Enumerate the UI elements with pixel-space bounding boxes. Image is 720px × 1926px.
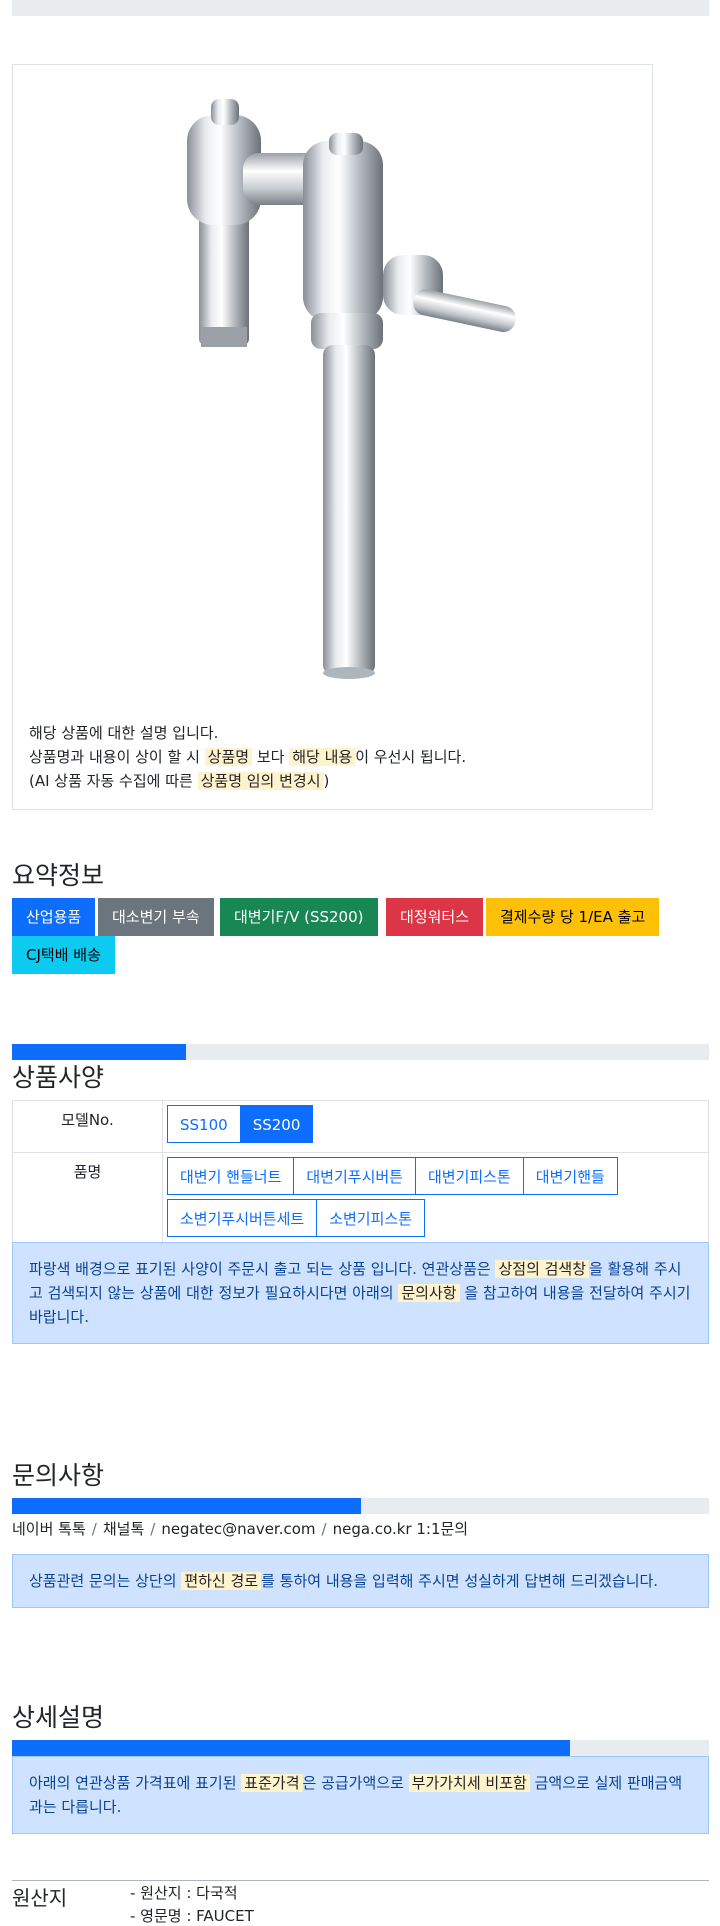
detail-title: 상세설명 [12, 1703, 105, 1732]
summary-title: 요약정보 [12, 861, 105, 890]
channel-email[interactable]: negatec@naver.com [161, 1520, 315, 1538]
highlight-search: 상점의 검색창 [495, 1260, 590, 1278]
origin-country: - 원산지 : 다국적 [130, 1884, 238, 1902]
highlight-route: 편하신 경로 [181, 1572, 262, 1590]
highlight-vat-excluded: 부가가치세 비포함 [408, 1774, 530, 1792]
badge-quantity: 결제수량 당 1/EA 출고 [486, 898, 660, 936]
option-handle-nut[interactable]: 대변기 핸들너트 [167, 1157, 295, 1195]
spec-name-label: 품명 [12, 1152, 163, 1246]
channel-naver-talk[interactable]: 네이버 톡톡 [12, 1520, 86, 1538]
option-push-button[interactable]: 대변기푸시버튼 [293, 1157, 416, 1195]
spec-notice: 파랑색 배경으로 표기된 사양이 주문시 출고 되는 상품 입니다. 연관상품은… [12, 1242, 709, 1344]
option-urinal-push-button-set[interactable]: 소변기푸시버튼세트 [167, 1199, 318, 1237]
notice-line-1: 해당 상품에 대한 설명 입니다. [29, 724, 219, 742]
spec-name-options: 대변기 핸들너트 대변기푸시버튼 대변기피스톤 대변기핸들소변기푸시버튼세트 소변기피스… [162, 1152, 709, 1246]
inquiry-notice: 상품관련 문의는 상단의 편하신 경로 를 통하여 내용을 입력해 주시면 성실하… [12, 1554, 709, 1608]
flush-valve-image [187, 99, 516, 679]
option-ss100[interactable]: SS100 [167, 1105, 241, 1143]
inquiry-title: 문의사항 [12, 1461, 105, 1490]
highlight-name-change: 상품명 임의 변경시 [197, 772, 324, 790]
top-divider [12, 0, 709, 16]
spec-table: 모델No. SS100 SS200 품명 대변기 핸들너트 대변기푸시버튼 대변기피스… [12, 1100, 709, 1246]
highlight-product-name: 상품명 [204, 748, 253, 766]
detail-progress [12, 1740, 709, 1756]
option-handle[interactable]: 대변기핸들 [522, 1157, 618, 1195]
inquiry-progress-fill [12, 1498, 361, 1514]
notice-line-2: 상품명과 내용이 상이 할 시 상품명 보다 해당 내용 이 우선시 됩니다. [29, 748, 467, 766]
product-image [13, 65, 652, 715]
spec-model-options: SS100 SS200 [162, 1100, 709, 1153]
highlight-standard-price: 표준가격 [241, 1774, 303, 1792]
detail-notice: 아래의 연관상품 가격표에 표기된 표준가격 은 공급가액으로 부가가치세 비포함… [12, 1756, 709, 1834]
inquiry-channels: 네이버 톡톡 / 채널톡 / negatec@naver.com / nega.co.kr … [12, 1520, 469, 1538]
badge-subcategory[interactable]: 대소변기 부속 [98, 898, 214, 936]
detail-progress-fill [12, 1740, 570, 1756]
badge-shipping: CJ택배 배송 [12, 936, 115, 974]
spec-row-name: 품명 대변기 핸들너트 대변기푸시버튼 대변기피스톤 대변기핸들소변기푸시버튼세트 소변… [12, 1152, 709, 1246]
product-image-notice: 해당 상품에 대한 설명 입니다. 상품명과 내용이 상이 할 시 상품명 보다… [29, 721, 629, 793]
spec-model-label: 모델No. [12, 1100, 163, 1153]
option-piston[interactable]: 대변기피스톤 [414, 1157, 524, 1195]
origin-title: 원산지 [12, 1886, 68, 1910]
origin-info: - 원산지 : 다국적 - 영문명 : FAUCET [130, 1882, 254, 1926]
badge-brand[interactable]: 대정워터스 [386, 898, 484, 936]
badge-category[interactable]: 산업용품 [12, 898, 96, 936]
highlight-content: 해당 내용 [289, 748, 356, 766]
notice-line-3: (AI 상품 자동 수집에 따른 상품명 임의 변경시) [29, 772, 330, 790]
spec-progress [12, 1044, 709, 1060]
origin-english-name: - 영문명 : FAUCET [130, 1907, 254, 1925]
option-ss200[interactable]: SS200 [239, 1105, 314, 1143]
channel-website[interactable]: nega.co.kr 1:1문의 [333, 1520, 469, 1538]
product-image-card: 해당 상품에 대한 설명 입니다. 상품명과 내용이 상이 할 시 상품명 보다… [12, 64, 653, 810]
spec-title: 상품사양 [12, 1063, 105, 1092]
badge-product[interactable]: 대변기F/V (SS200) [220, 898, 378, 936]
inquiry-progress [12, 1498, 709, 1514]
origin-divider [12, 1880, 709, 1881]
spec-row-model: 모델No. SS100 SS200 [12, 1100, 709, 1153]
option-urinal-piston[interactable]: 소변기피스톤 [316, 1199, 426, 1237]
channel-talk[interactable]: 채널톡 [103, 1520, 144, 1538]
highlight-inquiry: 문의사항 [398, 1284, 460, 1302]
